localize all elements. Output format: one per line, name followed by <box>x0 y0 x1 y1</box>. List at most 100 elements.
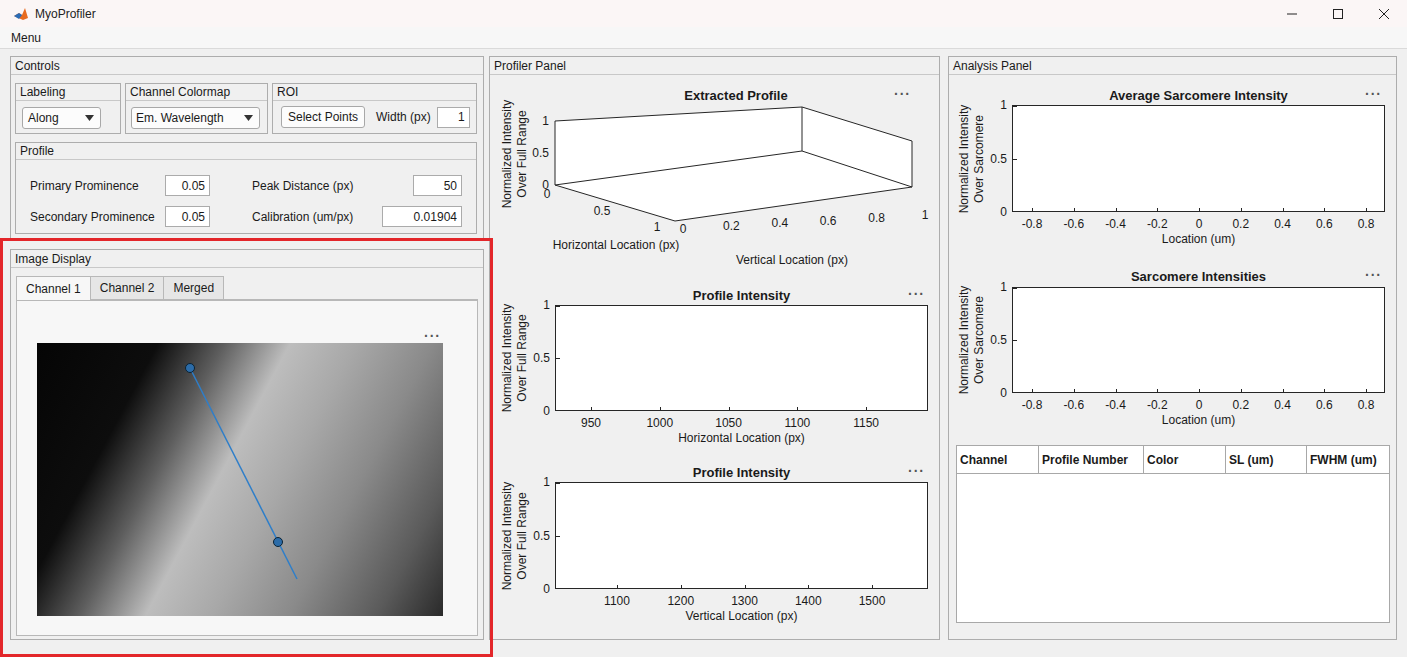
table-header-cell[interactable]: SL (um) <box>1226 446 1307 473</box>
width-label: Width (px) <box>376 108 431 126</box>
profiler-panel: Profiler Panel Extracted Profile···00.51… <box>489 56 940 640</box>
tick-mark <box>745 585 746 589</box>
axis-label-line: Normalized Intensity <box>500 481 515 590</box>
roi-line[interactable] <box>37 343 443 616</box>
field-input[interactable] <box>165 206 210 227</box>
tick-mark <box>797 407 798 411</box>
plot-area[interactable] <box>555 482 928 589</box>
tick-label: 0.6 <box>813 214 843 228</box>
tick-mark <box>1241 208 1242 212</box>
width-input[interactable] <box>437 107 470 128</box>
field-input[interactable] <box>165 175 210 196</box>
table-header-cell[interactable]: FWHM (um) <box>1307 446 1389 473</box>
axes-toolbar[interactable]: ··· <box>1365 87 1382 101</box>
image-tab[interactable]: Merged <box>164 276 224 300</box>
tab-label: Merged <box>173 279 214 297</box>
tick-label: 0 <box>1174 398 1224 412</box>
minimize-button[interactable] <box>1269 0 1315 27</box>
micrograph-image[interactable] <box>37 343 443 616</box>
tick-mark <box>556 588 560 589</box>
tick-mark <box>1013 159 1017 160</box>
image-tab[interactable]: Channel 1 <box>16 276 91 300</box>
tick-mark <box>1013 106 1017 107</box>
tick-label: 0 <box>532 187 562 201</box>
tick-label: 0 <box>1174 217 1224 231</box>
menu-item[interactable]: Menu <box>11 29 41 47</box>
tick-mark <box>1324 208 1325 212</box>
tick-label: 0.2 <box>716 219 746 233</box>
tick-mark <box>1199 389 1200 393</box>
tick-mark <box>1013 340 1017 341</box>
tick-mark <box>1013 211 1017 212</box>
tick-label: 1000 <box>635 416 685 430</box>
plot-area[interactable] <box>1012 105 1385 212</box>
results-table: ChannelProfile NumberColorSL (um)FWHM (u… <box>956 445 1390 623</box>
axes-toolbar[interactable]: ··· <box>894 87 911 101</box>
axes-toolbar[interactable]: ··· <box>1365 268 1382 282</box>
tick-label: 0.4 <box>1258 217 1308 231</box>
tick-mark <box>729 407 730 411</box>
table-header-cell[interactable]: Profile Number <box>1039 446 1144 473</box>
profile-field: Peak Distance (px) <box>252 175 462 196</box>
dropdown-value: Along <box>28 109 59 127</box>
axes-toolbar[interactable]: ··· <box>908 464 925 478</box>
tab-group: Channel 1 Channel 2 Merged ··· <box>16 276 478 636</box>
tick-label: 0.6 <box>1299 398 1349 412</box>
tick-label: -0.8 <box>1007 217 1057 231</box>
title-bar: MyoProfiler <box>0 0 1407 27</box>
table-header-cell[interactable]: Channel <box>957 446 1039 473</box>
tick-mark <box>1199 208 1200 212</box>
profile-field: Primary Prominence <box>30 175 252 196</box>
tick-mark <box>1241 389 1242 393</box>
chart: Profile Intensity···00.51110012001300140… <box>490 452 939 632</box>
colormap-dropdown[interactable]: Em. Wavelength <box>131 107 260 129</box>
tick-mark <box>1032 208 1033 212</box>
panel-title: Analysis Panel <box>953 57 1032 75</box>
tick-label: 0.8 <box>1341 217 1391 231</box>
chart-title: Extracted Profile <box>586 88 886 104</box>
axis-label: Vertical Location (px) <box>555 609 928 623</box>
image-tab[interactable]: Channel 2 <box>91 276 165 300</box>
tick-label: 0.8 <box>1341 398 1391 412</box>
maximize-icon <box>1333 9 1343 19</box>
axes-toolbar[interactable]: ··· <box>424 329 441 343</box>
dropdown-arrow-icon <box>244 115 253 121</box>
tick-mark <box>1366 208 1367 212</box>
group-title: Channel Colormap <box>130 83 230 101</box>
axes-toolbar[interactable]: ··· <box>908 287 925 301</box>
axis-label: Normalized IntensityOver Full Range <box>500 89 530 219</box>
labeling-dropdown[interactable]: Along <box>22 107 101 129</box>
tick-label: 1 <box>642 220 672 234</box>
tick-label: -0.2 <box>1132 398 1182 412</box>
tick-mark <box>591 407 592 411</box>
tick-label: 1300 <box>720 594 770 608</box>
plot-area[interactable] <box>555 305 928 411</box>
tick-mark <box>556 536 560 537</box>
select-points-button[interactable]: Select Points <box>281 106 365 128</box>
tick-mark <box>1324 389 1325 393</box>
chart-title: Profile Intensity <box>555 465 928 481</box>
plot-area[interactable] <box>1012 287 1385 393</box>
axis-label-line: Normalized Intensity <box>957 286 972 395</box>
tick-label: 1 <box>973 98 1007 112</box>
tab-label: Channel 2 <box>100 279 155 297</box>
tick-label: 1 <box>910 208 940 222</box>
table-header-cell[interactable]: Color <box>1144 446 1226 473</box>
tick-label: 1200 <box>656 594 706 608</box>
tick-mark <box>1157 389 1158 393</box>
chart: Extracted Profile···00.5100.5100.20.40.6… <box>490 75 939 275</box>
tick-label: 0 <box>973 386 1007 400</box>
axis-label-line: Normalized Intensity <box>500 100 515 209</box>
tick-label: 0.2 <box>1216 217 1266 231</box>
group-title: Profile <box>20 142 54 160</box>
profile-group: Profile Primary ProminencePeak Distance … <box>15 142 477 234</box>
tick-mark <box>866 407 867 411</box>
maximize-button[interactable] <box>1315 0 1361 27</box>
close-button[interactable] <box>1361 0 1407 27</box>
axis-label-line: Normalized Intensity <box>957 104 972 213</box>
field-label: Secondary Prominence <box>30 208 165 226</box>
tick-mark <box>1013 288 1017 289</box>
field-input[interactable] <box>382 206 462 227</box>
axis-label-line: Over Full Range <box>515 110 530 197</box>
field-input[interactable] <box>413 175 462 196</box>
